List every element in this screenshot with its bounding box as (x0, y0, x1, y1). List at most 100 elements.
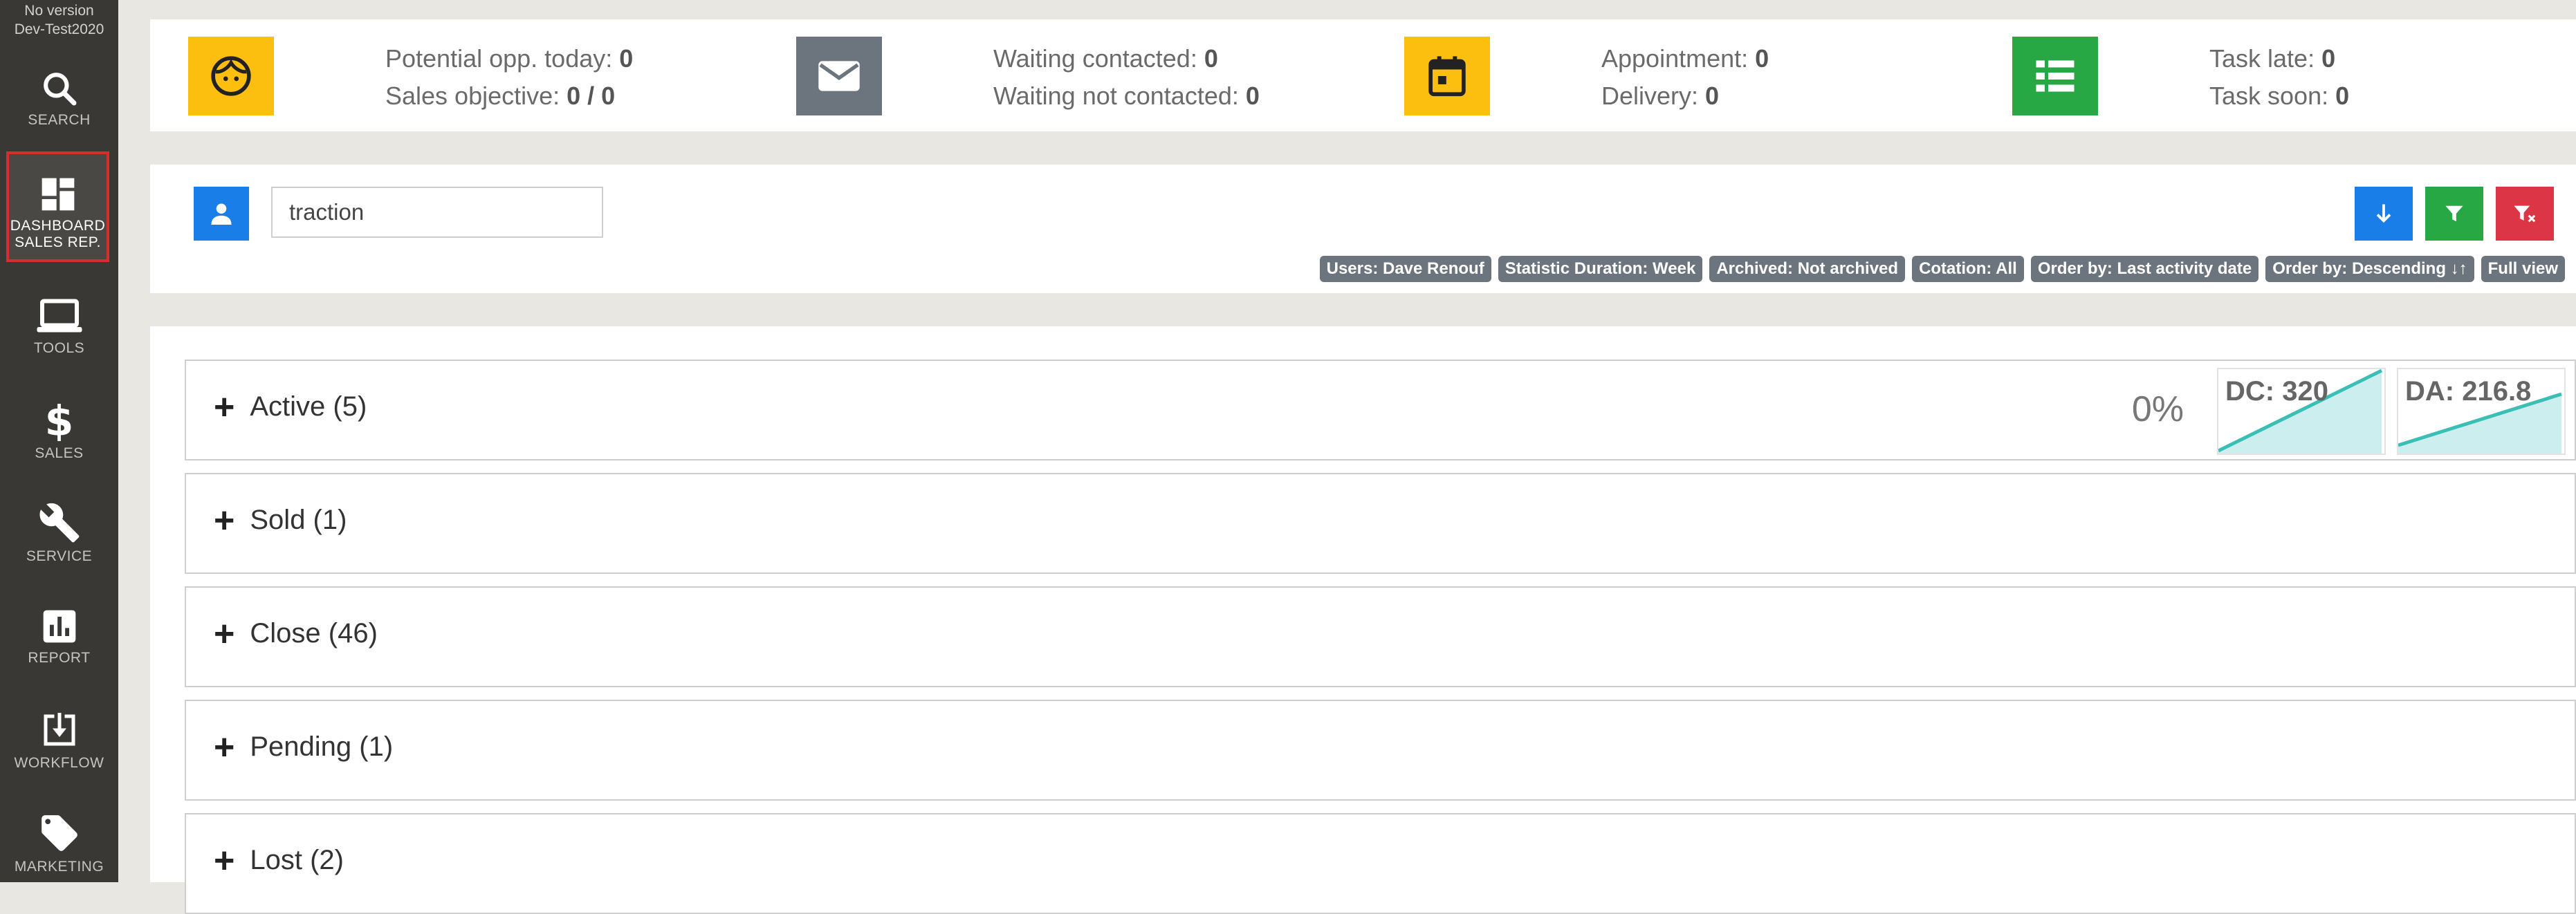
sidebar-item-sales[interactable]: $ SALES (0, 400, 118, 462)
filter-clear-icon (2514, 205, 2536, 223)
appointment-icon-box[interactable] (1404, 37, 1490, 115)
waiting-stats: Waiting contacted: 0 Waiting not contact… (993, 40, 1260, 115)
sidebar-item-label: SEARCH (28, 112, 91, 128)
sidebar-item-dashboard[interactable]: DASHBOARD SALES REP. (6, 151, 109, 262)
waiting-icon-box[interactable] (796, 37, 882, 115)
sidebar-item-label: MARKETING (14, 859, 104, 875)
badge-archived[interactable]: Archived: Not archived (1709, 256, 1906, 282)
dollar-icon: $ (44, 400, 74, 441)
sort-down-button[interactable] (2355, 187, 2413, 241)
svg-text:$: $ (44, 400, 74, 441)
delivery-label: Delivery: (1601, 82, 1699, 110)
list-icon (2036, 60, 2074, 92)
face-icon (211, 56, 251, 96)
badge-cotation[interactable]: Cotation: All (1912, 256, 2024, 282)
section-header[interactable]: + Sold (1) (214, 503, 347, 539)
task-late-label: Task late: (2209, 44, 2315, 73)
potential-opp-icon-box[interactable] (188, 37, 274, 115)
sparkline-da: DA: 216.8 (2397, 368, 2566, 455)
sidebar-item-label-line-1: DASHBOARD (10, 218, 106, 234)
user-filter-button[interactable] (194, 187, 249, 241)
badge-full-view[interactable]: Full view (2481, 256, 2565, 282)
sidebar-item-tools[interactable]: TOOLS (0, 297, 118, 357)
appointment-stats: Appointment: 0 Delivery: 0 (1601, 40, 1769, 115)
section-header[interactable]: + Active (5) (214, 389, 367, 425)
sidebar-item-label: SALES (35, 445, 84, 461)
search-icon (43, 73, 76, 106)
sidebar-item-label: SERVICE (26, 548, 93, 564)
wrench-icon (39, 503, 79, 543)
tag-icon (41, 815, 77, 851)
waiting-not-contacted-value: 0 (1245, 82, 1260, 110)
sidebar-item-search[interactable]: SEARCH (0, 69, 118, 129)
section-header[interactable]: + Lost (2) (214, 843, 344, 879)
section-title: Sold (1) (250, 505, 347, 535)
bar-chart-icon (43, 610, 75, 643)
sidebar-item-label-line-2: SALES REP. (15, 234, 101, 250)
waiting-contacted-value: 0 (1204, 44, 1218, 73)
sales-objective-label: Sales objective: (385, 82, 560, 110)
sidebar-item-marketing[interactable]: MARKETING (0, 812, 118, 875)
potential-opp-label: Potential opp. today: (385, 44, 613, 73)
opportunity-sections: + Active (5) 0% DC: 320 DA: 216.8 + Sold… (150, 326, 2576, 914)
expand-plus-icon[interactable]: + (214, 843, 234, 879)
waiting-not-contacted-label: Waiting not contacted: (993, 82, 1239, 110)
section-pending[interactable]: + Pending (1) (185, 700, 2576, 801)
download-box-icon (44, 713, 75, 746)
badge-order-by-activity[interactable]: Order by: Last activity date (2030, 256, 2259, 282)
section-header[interactable]: + Pending (1) (214, 729, 394, 765)
filter-panel: Users: Dave Renouf Statistic Duration: W… (150, 165, 2576, 293)
sidebar-item-label: TOOLS (33, 340, 85, 356)
clear-filter-button[interactable] (2496, 187, 2554, 241)
appointment-label: Appointment: (1601, 44, 1749, 73)
sparkline-da-label: DA: 216.8 (2405, 376, 2532, 407)
sidebar-item-label: WORKFLOW (14, 755, 104, 771)
sales-objective-value: 0 / 0 (567, 82, 616, 110)
badge-statistic-duration[interactable]: Statistic Duration: Week (1498, 256, 1703, 282)
section-active[interactable]: + Active (5) 0% DC: 320 DA: 216.8 (185, 360, 2576, 460)
badge-users[interactable]: Users: Dave Renouf (1319, 256, 1491, 282)
section-lost[interactable]: + Lost (2) (185, 813, 2576, 914)
badge-order-direction[interactable]: Order by: Descending ↓↑ (2265, 256, 2474, 282)
laptop-icon (37, 299, 82, 333)
expand-plus-icon[interactable]: + (214, 389, 234, 425)
potential-opp-value: 0 (619, 44, 634, 73)
task-icon-box[interactable] (2012, 37, 2098, 115)
section-sold[interactable]: + Sold (1) (185, 473, 2576, 574)
sparkline-dc-label: DC: 320 (2225, 376, 2328, 407)
sidebar-item-service[interactable]: SERVICE (0, 501, 118, 565)
section-close[interactable]: + Close (46) (185, 586, 2576, 687)
filter-icon (2445, 205, 2463, 222)
section-header[interactable]: + Close (46) (214, 616, 378, 652)
task-stats: Task late: 0 Task soon: 0 (2209, 40, 2349, 115)
task-late-value: 0 (2321, 44, 2336, 73)
user-icon (211, 203, 232, 225)
waiting-contacted-label: Waiting contacted: (993, 44, 1197, 73)
task-soon-label: Task soon: (2209, 82, 2329, 110)
section-title: Active (5) (250, 391, 367, 422)
section-title: Lost (2) (250, 845, 344, 875)
filter-button[interactable] (2425, 187, 2483, 241)
version-line-1: No version (24, 3, 94, 19)
sidebar-item-label: REPORT (28, 650, 91, 666)
sidebar-item-workflow[interactable]: WORKFLOW (0, 709, 118, 772)
stats-panel: Potential opp. today: 0 Sales objective:… (150, 0, 2576, 131)
appointment-value: 0 (1755, 44, 1769, 73)
expand-plus-icon[interactable]: + (214, 616, 234, 652)
envelope-icon (818, 61, 860, 91)
version-line-2: Dev-Test2020 (14, 21, 104, 37)
task-soon-value: 0 (2335, 82, 2350, 110)
calendar-icon (1428, 56, 1466, 97)
section-title: Pending (1) (250, 731, 394, 762)
expand-plus-icon[interactable]: + (214, 503, 234, 539)
sidebar-item-report[interactable]: REPORT (0, 607, 118, 666)
section-title: Close (46) (250, 618, 378, 649)
conversion-percent: 0% (2131, 389, 2184, 429)
delivery-value: 0 (1705, 82, 1720, 110)
expand-plus-icon[interactable]: + (214, 729, 234, 765)
arrow-down-icon (2376, 204, 2391, 223)
sparkline-dc: DC: 320 (2217, 368, 2386, 455)
search-input[interactable] (271, 187, 603, 238)
dashboard-icon (42, 178, 74, 211)
sidebar: No version Dev-Test2020 SEARCH DASHBOARD… (0, 0, 118, 882)
